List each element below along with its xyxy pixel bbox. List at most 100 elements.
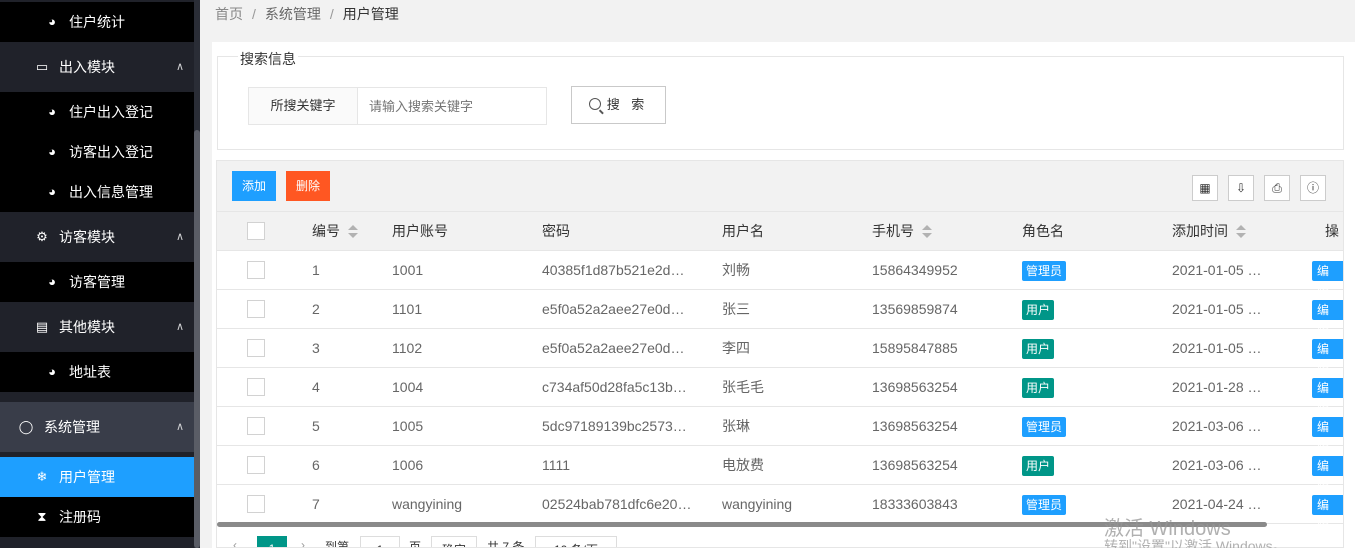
table-row[interactable]: 5 1005 5dc97189139bc2573… 张琳 13698563254… (217, 407, 1343, 454)
cell-phone: 15895847885 (872, 340, 958, 356)
sidebar-item-label: 注册码 (59, 509, 101, 525)
add-button[interactable]: 添加 (232, 171, 277, 201)
search-field: 所搜关键字 (248, 87, 547, 125)
cell-phone: 13569859874 (872, 301, 958, 317)
sidebar-item-access-module[interactable]: ▭ 出入模块 ∧ (0, 47, 194, 87)
breadcrumb-home[interactable]: 首页 (215, 6, 243, 22)
cell-account: 1004 (392, 379, 424, 395)
th-role: 角色名 (1022, 223, 1064, 239)
cell-id: 4 (312, 379, 320, 395)
sidebar-item-label: 访客管理 (69, 274, 125, 290)
info-icon[interactable]: ⓘ (1300, 175, 1326, 201)
select-all-checkbox[interactable] (247, 222, 265, 240)
cell-id: 3 (312, 340, 320, 356)
page-size-select[interactable]: 10 条/页 (535, 536, 617, 547)
breadcrumb: 首页 / 系统管理 / 用户管理 (215, 4, 399, 24)
sidebar-item-system[interactable]: ◯ 系统管理 ∧ (0, 402, 194, 452)
sidebar-item-user-manage[interactable]: ❄ 用户管理 (0, 457, 194, 497)
edit-button[interactable]: 编辑 (1312, 261, 1343, 298)
row-checkbox[interactable] (247, 378, 265, 396)
cell-time: 2021-01-05 … (1172, 340, 1262, 356)
cell-name: wangyining (722, 496, 793, 512)
row-checkbox[interactable] (247, 339, 265, 357)
main-panel: 搜索信息 所搜关键字 搜 索 添加 删除 ▦ ⇩ ⎙ ⓘ 编号 用户账号 密码 … (212, 42, 1355, 548)
cell-id: 6 (312, 457, 320, 473)
file-icon: ▤ (35, 319, 49, 334)
table-row[interactable]: 4 1004 c734af50d28fa5c13b… 张毛毛 136985632… (217, 368, 1343, 415)
cell-name: 电放费 (722, 457, 764, 473)
cell-account: 1001 (392, 262, 424, 278)
breadcrumb-section[interactable]: 系统管理 (265, 6, 321, 22)
row-checkbox[interactable] (247, 495, 265, 513)
search-icon (588, 98, 601, 110)
sidebar-item-visitor-manage[interactable]: ◕ 访客管理 (0, 262, 194, 302)
dashboard-icon: ◕ (48, 144, 56, 159)
sidebar-item-label: 其他模块 (59, 319, 115, 335)
sidebar-item-visitor-module[interactable]: ⚙ 访客模块 ∧ (0, 217, 194, 257)
cell-time: 2021-01-05 … (1172, 301, 1262, 317)
columns-filter-icon[interactable]: ▦ (1192, 175, 1218, 201)
confirm-page-button[interactable]: 确定 (431, 536, 477, 547)
edit-button[interactable]: 编辑 (1312, 456, 1343, 493)
sidebar-item-label: 住户统计 (69, 14, 125, 30)
cell-account: 1102 (392, 340, 423, 356)
cell-name: 李四 (722, 340, 750, 356)
cell-account: wangyining (392, 496, 463, 512)
sidebar-item-address[interactable]: ◕ 地址表 (0, 352, 194, 392)
delete-button[interactable]: 删除 (286, 171, 331, 201)
window-icon: ▭ (35, 59, 49, 74)
sort-icon[interactable] (922, 225, 932, 239)
th-phone[interactable]: 手机号 (872, 212, 932, 250)
dashboard-icon: ◕ (48, 184, 56, 199)
sidebar-item-access-info[interactable]: ◕ 出入信息管理 (0, 172, 194, 212)
current-page[interactable]: 1 (257, 536, 287, 547)
edit-button[interactable]: 编辑 (1312, 300, 1343, 337)
sort-icon[interactable] (348, 225, 358, 239)
sidebar-item-resident-stats[interactable]: ◕ 住户统计 (0, 2, 194, 42)
cell-account: 1006 (392, 457, 424, 473)
export-icon[interactable]: ⇩ (1228, 175, 1254, 201)
th-time[interactable]: 添加时间 (1172, 212, 1246, 250)
row-checkbox[interactable] (247, 417, 265, 435)
edit-button[interactable]: 编辑 (1312, 495, 1343, 532)
goto-label: 到第 (325, 540, 350, 548)
cell-time: 2021-01-28 … (1172, 379, 1262, 395)
table-toolbar: 添加 删除 ▦ ⇩ ⎙ ⓘ (217, 161, 1343, 212)
print-icon[interactable]: ⎙ (1264, 175, 1290, 201)
role-badge: 用户 (1022, 300, 1055, 320)
table-row[interactable]: 3 1102 e5f0a52a2aee27e0d… 李四 15895847885… (217, 329, 1343, 376)
cell-password: 5dc97189139bc2573… (542, 418, 687, 434)
table-row[interactable]: 6 1006 1111 电放费 13698563254 用户 2021-03-0… (217, 446, 1343, 493)
cell-id: 7 (312, 496, 320, 512)
table-row[interactable]: 1 1001 40385f1d87b521e2d… 刘畅 15864349952… (217, 251, 1343, 298)
chevron-up-icon: ∧ (175, 61, 184, 73)
sidebar-item-other-module[interactable]: ▤ 其他模块 ∧ (0, 307, 194, 347)
edit-button[interactable]: 编辑 (1312, 339, 1343, 376)
sidebar-item-label: 住户出入登记 (69, 104, 153, 120)
sidebar-item-visitor-access[interactable]: ◕ 访客出入登记 (0, 132, 194, 172)
page-unit-label: 页 (409, 540, 422, 548)
search-button[interactable]: 搜 索 (571, 86, 666, 124)
th-id[interactable]: 编号 (312, 212, 358, 250)
search-input[interactable] (359, 88, 546, 124)
breadcrumb-separator: / (252, 6, 256, 22)
row-checkbox[interactable] (247, 300, 265, 318)
th-id-label: 编号 (312, 223, 340, 239)
edit-button[interactable]: 编辑 (1312, 417, 1343, 454)
search-fieldset: 搜索信息 所搜关键字 搜 索 (217, 49, 1344, 150)
cell-name: 刘畅 (722, 262, 750, 278)
role-badge: 用户 (1022, 339, 1055, 359)
edit-button[interactable]: 编辑 (1312, 378, 1343, 415)
cell-name: 张毛毛 (722, 379, 764, 395)
row-checkbox[interactable] (247, 456, 265, 474)
next-page-button[interactable]: › (301, 538, 305, 547)
table-row[interactable]: 2 1101 e5f0a52a2aee27e0d… 张三 13569859874… (217, 290, 1343, 337)
row-checkbox[interactable] (247, 261, 265, 279)
sort-icon[interactable] (1236, 225, 1246, 239)
page-input[interactable]: 1 (360, 536, 400, 547)
sidebar-scrollbar-thumb[interactable] (194, 130, 200, 548)
sidebar-item-register-code[interactable]: ⧗ 注册码 (0, 497, 194, 537)
cell-phone: 13698563254 (872, 379, 958, 395)
sidebar-item-resident-access[interactable]: ◕ 住户出入登记 (0, 92, 194, 132)
prev-page-button[interactable]: ‹ (233, 538, 237, 547)
